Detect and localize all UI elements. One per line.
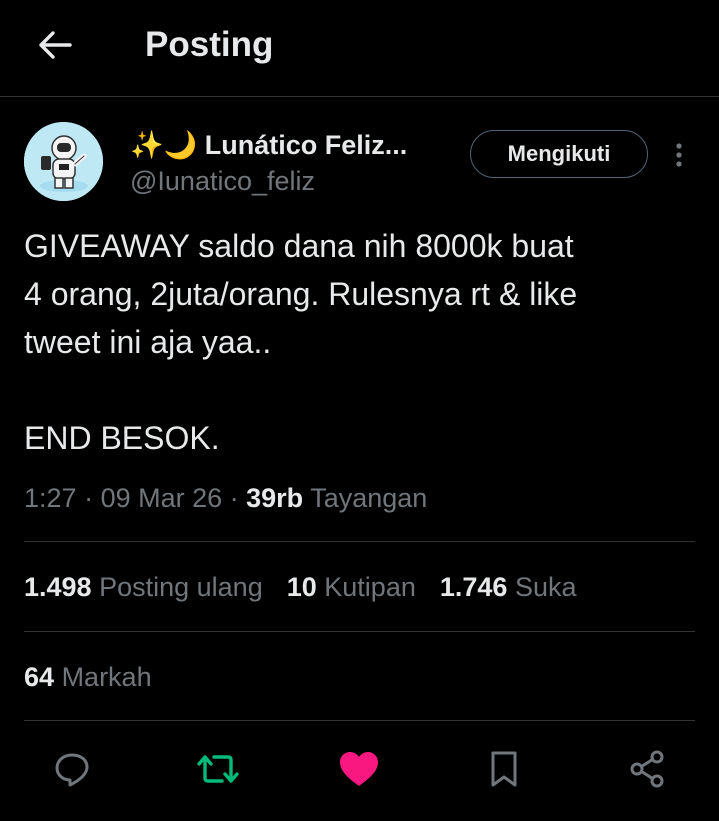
more-options-button[interactable] (664, 138, 694, 172)
meta-separator: · (222, 483, 247, 513)
arrow-left-icon (39, 31, 72, 59)
likes-count: 1.746 (439, 572, 508, 602)
bookmarks-count: 64 (24, 662, 55, 692)
likes-label: Suka (514, 572, 577, 602)
divider (24, 631, 695, 632)
author-name[interactable]: ✨🌙 Lunático Feliz... (130, 128, 407, 162)
tweet-time[interactable]: 1:27 (24, 483, 77, 513)
more-vertical-icon (676, 143, 682, 167)
avatar[interactable] (24, 122, 103, 201)
astronaut-avatar-icon (24, 122, 103, 201)
divider (24, 541, 695, 542)
heart-icon (340, 752, 378, 786)
reposts-stat[interactable]: 1.498 Posting ulang (24, 567, 263, 607)
author-handle[interactable]: @Iunatico_feliz (130, 164, 315, 198)
reply-button[interactable] (47, 744, 97, 794)
quotes-stat[interactable]: 10 Kutipan (287, 567, 416, 607)
repost-button[interactable] (193, 744, 243, 794)
share-icon (630, 750, 664, 788)
likes-stat[interactable]: 1.746 Suka (440, 567, 577, 607)
following-button[interactable]: Mengikuti (470, 130, 648, 178)
quotes-label: Kutipan (324, 572, 416, 602)
quotes-count: 10 (286, 572, 317, 602)
top-bar: Posting (0, 0, 719, 96)
reply-icon (55, 753, 89, 787)
share-button[interactable] (622, 744, 672, 794)
page-title: Posting (145, 25, 274, 64)
views-label: Tayangan (310, 483, 428, 513)
bookmark-icon (491, 751, 517, 787)
reposts-count: 1.498 (24, 572, 92, 602)
tweet-metadata: 1:27 · 09 Mar 26 · 39rb Tayangan (24, 478, 427, 518)
header-divider (0, 96, 719, 97)
bookmarks-label: Markah (61, 662, 152, 692)
sparkle-moon-emoji: ✨🌙 (130, 130, 198, 160)
back-button[interactable] (30, 22, 80, 68)
bookmark-button[interactable] (479, 744, 529, 794)
repost-icon (197, 755, 239, 783)
tweet-text: GIVEAWAY saldo dana nih 8000k buat 4 ora… (24, 228, 578, 456)
like-button[interactable] (334, 744, 384, 794)
divider (24, 720, 695, 721)
meta-separator: · (76, 483, 101, 513)
bookmarks-stat[interactable]: 64 Markah (24, 657, 152, 697)
views-count: 39rb (246, 483, 304, 513)
tweet-date[interactable]: 09 Mar 26 (101, 483, 223, 513)
reposts-label: Posting ulang (99, 572, 263, 602)
engagement-stats: 1.498 Posting ulang 10 Kutipan 1.746 Suk… (24, 567, 601, 607)
display-name-text: Lunático Feliz... (204, 130, 408, 160)
